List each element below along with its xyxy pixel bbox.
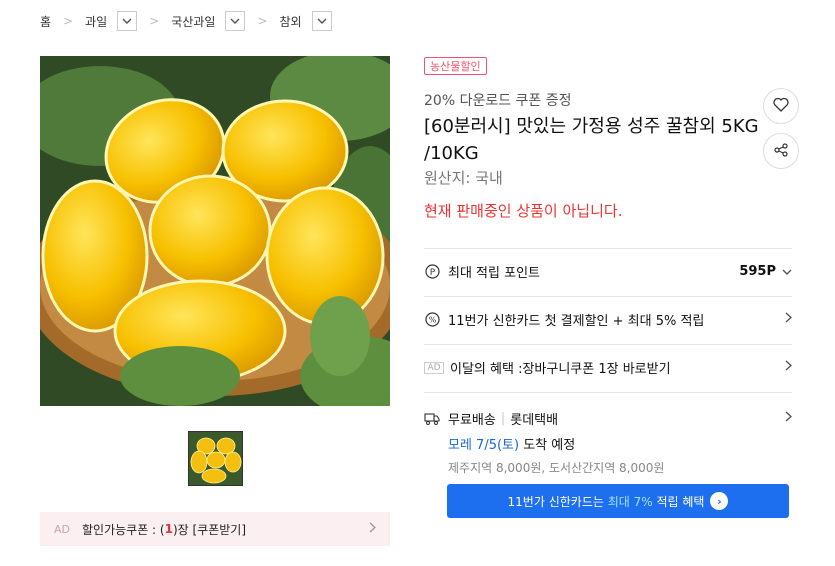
chevron-right-icon: [785, 312, 793, 327]
monthly-benefit-row[interactable]: AD 이달의 혜택 : 장바구니쿠폰 1장 바로받기: [424, 344, 793, 390]
ad-label: AD: [54, 522, 70, 536]
card-offer-text: 11번가 신한카드 첫 결제할인 + 최대 5% 적립: [448, 314, 705, 329]
coupon-text-suffix: )장 [쿠폰받기]: [172, 522, 247, 537]
carrier-name: 롯데택배: [510, 413, 559, 428]
coupon-bar[interactable]: AD 할인가능쿠폰 : (1)장 [쿠폰받기]: [40, 512, 390, 546]
share-button[interactable]: [763, 133, 799, 169]
product-title: [60분러시] 맛있는 가정용 성주 꿀참외 5KG /10KG: [424, 116, 759, 164]
points-value: 595P: [739, 264, 776, 279]
chevron-right-icon: >: [257, 14, 268, 28]
chevron-down-icon[interactable]: [225, 11, 246, 31]
discount-percent-icon: %: [424, 312, 440, 328]
cta-highlight: 최대 7%: [607, 494, 653, 509]
coupon-count: 1: [164, 522, 173, 536]
chevron-down-icon[interactable]: [117, 11, 138, 31]
cta-suffix: 적립 혜택: [652, 494, 705, 509]
breadcrumb-fruit[interactable]: 과일: [85, 13, 107, 30]
breadcrumb-home[interactable]: 홈: [40, 13, 51, 30]
chevron-right-icon: [369, 522, 377, 536]
heart-icon: [773, 97, 789, 116]
extra-shipping-fee: 제주지역 8,000원, 도서산간지역 8,000원: [448, 461, 665, 475]
divider: |: [500, 411, 506, 426]
shipping-section: 무료배송 | 롯데택배 모레 7/5(토) 도착 예정 제주지역 8,000원,…: [424, 392, 793, 476]
points-label: 최대 적립 포인트: [448, 266, 540, 281]
svg-text:%: %: [428, 316, 436, 325]
arrow-right-icon: ›: [710, 492, 729, 510]
breadcrumb-melon[interactable]: 참외: [280, 13, 302, 30]
product-origin: 원산지: 국내: [424, 169, 503, 187]
free-shipping-label: 무료배송: [448, 413, 496, 428]
points-row[interactable]: P 최대 적립 포인트 595P: [424, 248, 792, 294]
chevron-right-icon[interactable]: [785, 411, 793, 426]
chevron-right-icon: >: [149, 14, 160, 28]
ad-icon: AD: [424, 360, 444, 376]
discount-badge: 농산물할인: [424, 57, 487, 75]
chevron-down-icon[interactable]: [311, 11, 332, 31]
product-thumbnail[interactable]: [188, 431, 243, 486]
card-benefit-button[interactable]: 11번가 신한카드는 최대 7% 적립 혜택 ›: [447, 484, 789, 518]
chevron-right-icon: >: [63, 14, 74, 28]
wishlist-button[interactable]: [763, 88, 799, 124]
product-main-image[interactable]: [40, 56, 390, 406]
cta-prefix: 11번가 신한카드는: [507, 494, 608, 509]
breadcrumb: 홈 > 과일 > 국산과일 > 참외: [40, 10, 332, 32]
coupon-text-prefix: 할인가능쿠폰 : (: [82, 522, 165, 537]
monthly-benefit-prefix: 이달의 혜택 :: [450, 362, 523, 377]
arrival-date: 모레 7/5(토): [448, 438, 520, 453]
sale-status: 현재 판매중인 상품이 아닙니다.: [424, 202, 623, 220]
svg-text:P: P: [429, 268, 435, 278]
arrival-suffix: 도착 예정: [519, 438, 576, 453]
card-offer-row[interactable]: % 11번가 신한카드 첫 결제할인 + 최대 5% 적립: [424, 296, 793, 342]
truck-icon: [424, 412, 440, 425]
share-icon: [774, 142, 788, 161]
product-subtitle: 20% 다운로드 쿠폰 증정: [424, 93, 572, 109]
chevron-right-icon: [785, 360, 793, 375]
chevron-down-icon: [782, 264, 792, 279]
monthly-benefit-text: 장바구니쿠폰 1장 바로받기: [522, 362, 671, 377]
point-icon: P: [424, 264, 440, 280]
breadcrumb-domestic-fruit[interactable]: 국산과일: [171, 13, 215, 30]
